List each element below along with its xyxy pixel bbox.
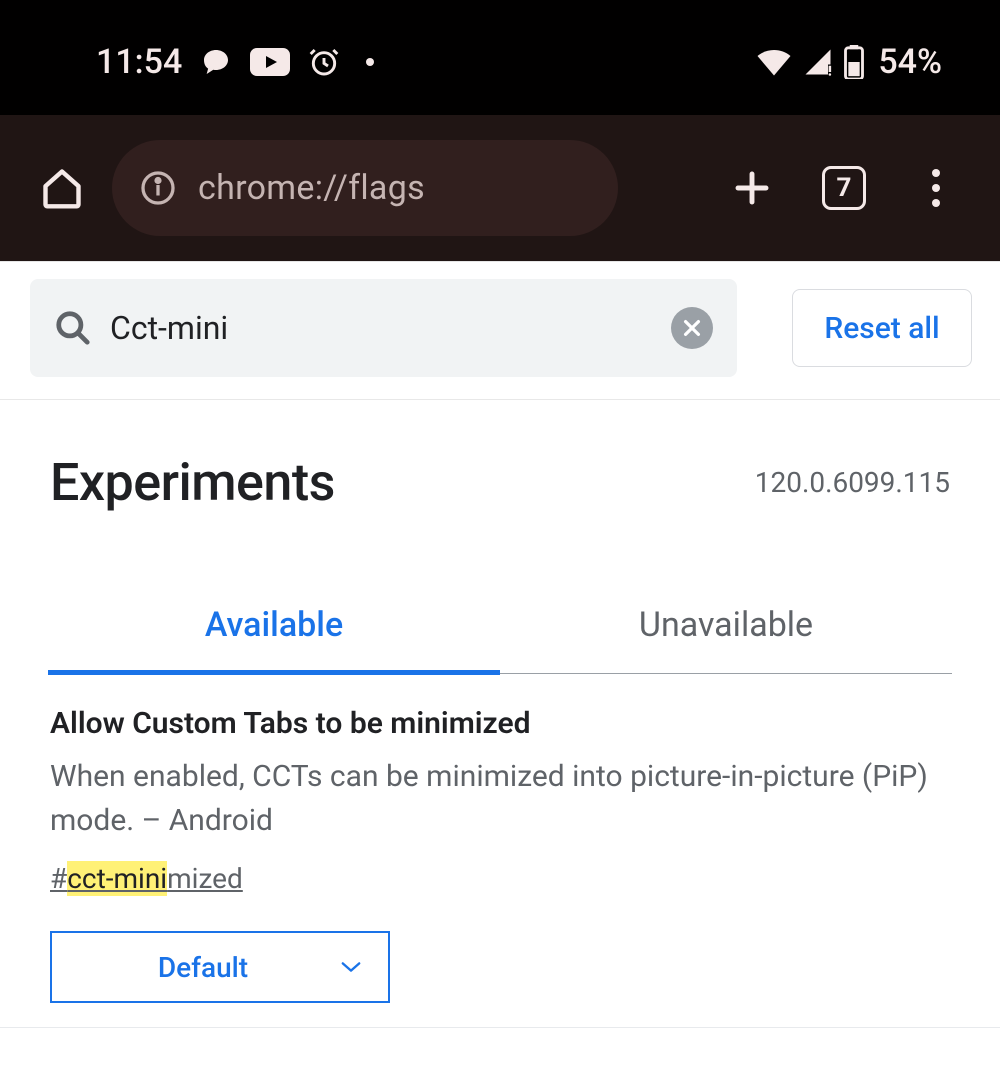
statusbar-left: 11:54 — [96, 42, 374, 82]
reset-all-button[interactable]: Reset all — [792, 289, 972, 367]
tab-unavailable[interactable]: Unavailable — [500, 587, 952, 673]
tab-available-label: Available — [205, 605, 343, 645]
battery-percentage: 54% — [878, 42, 942, 82]
home-button[interactable] — [32, 158, 92, 218]
tab-count-badge: 7 — [822, 166, 866, 210]
info-icon — [140, 170, 176, 206]
flag-description: When enabled, CCTs can be minimized into… — [50, 755, 950, 842]
youtube-icon — [250, 48, 290, 76]
flag-search-box[interactable] — [30, 279, 737, 377]
home-icon — [40, 166, 84, 210]
browser-toolbar: chrome://flags 7 — [0, 115, 1000, 261]
android-statusbar: 11:54 54% — [0, 0, 1000, 115]
search-icon — [54, 309, 92, 347]
flag-tabs: Available Unavailable — [48, 587, 952, 674]
tab-unavailable-label: Unavailable — [639, 605, 813, 645]
flag-search-input[interactable] — [110, 309, 653, 347]
chrome-version: 120.0.6099.115 — [755, 466, 950, 499]
battery-icon — [844, 45, 864, 79]
tab-count: 7 — [837, 173, 852, 203]
page-title: Experiments — [50, 452, 335, 513]
status-time: 11:54 — [96, 42, 182, 82]
plus-icon — [731, 167, 773, 209]
overflow-menu-button[interactable] — [900, 152, 972, 224]
search-highlight: cct-mini — [67, 861, 167, 896]
flag-title: Allow Custom Tabs to be minimized — [50, 706, 950, 741]
notification-dot-icon — [366, 58, 374, 66]
omnibox-url: chrome://flags — [198, 168, 425, 208]
chevron-down-icon — [340, 960, 362, 974]
flag-state-value: Default — [158, 951, 248, 984]
tab-available[interactable]: Available — [48, 587, 500, 673]
tab-switcher-button[interactable]: 7 — [808, 152, 880, 224]
omnibox[interactable]: chrome://flags — [112, 140, 618, 236]
message-icon — [200, 46, 232, 78]
flag-anchor-link[interactable]: #cct-minimized — [50, 862, 243, 895]
new-tab-button[interactable] — [716, 152, 788, 224]
flag-item: Allow Custom Tabs to be minimized When e… — [0, 674, 1000, 1028]
clear-search-button[interactable] — [671, 307, 713, 349]
wifi-icon — [756, 48, 792, 76]
search-row: Reset all — [0, 262, 1000, 400]
more-vert-icon — [932, 169, 940, 207]
alarm-icon — [308, 46, 340, 78]
flags-page: Reset all Experiments 120.0.6099.115 Ava… — [0, 261, 1000, 1028]
page-header: Experiments 120.0.6099.115 — [0, 400, 1000, 525]
close-icon — [681, 317, 703, 339]
flag-state-select[interactable]: Default — [50, 931, 390, 1003]
cellular-signal-icon — [802, 47, 834, 77]
statusbar-right: 54% — [756, 42, 952, 82]
reset-all-label: Reset all — [824, 311, 939, 346]
